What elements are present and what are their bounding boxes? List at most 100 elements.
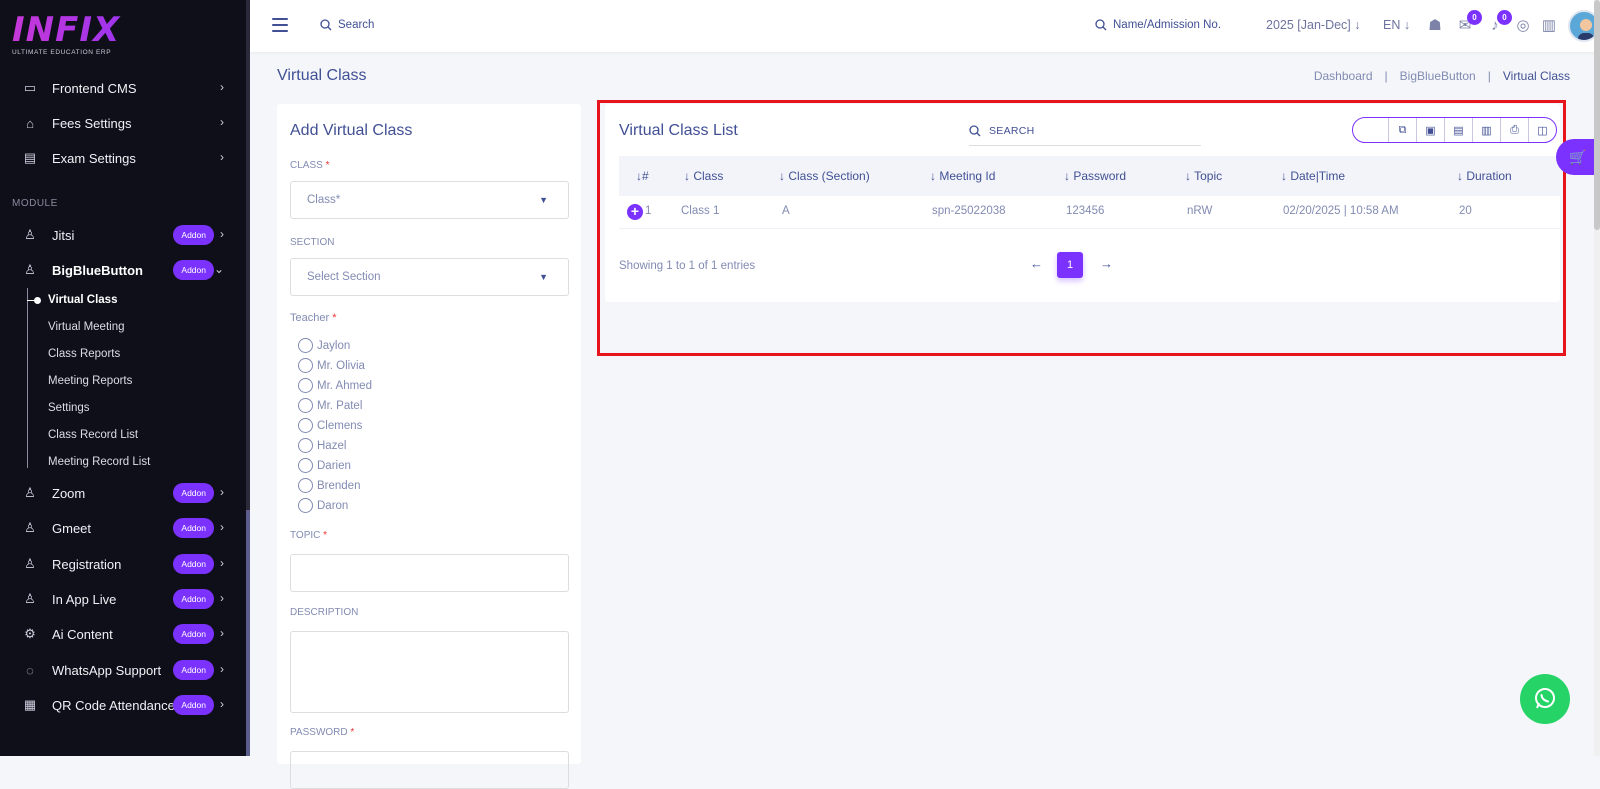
addon-badge: Addon (173, 518, 214, 538)
addon-badge: Addon (173, 554, 214, 574)
teacher-name: Mr. Olivia (317, 359, 365, 372)
sidebar-sub-virtual-meeting[interactable]: Virtual Meeting (48, 321, 125, 333)
person-icon: ♙ (24, 262, 36, 277)
brand-logo[interactable]: INFIX ULTIMATE EDUCATION ERP (12, 12, 212, 60)
book-icon: ▤ (23, 150, 37, 165)
sidebar-item-label: In App Live (52, 591, 117, 607)
breadcrumb-dashboard[interactable]: Dashboard (1314, 69, 1373, 83)
arrow-down-icon: ↓ (1354, 18, 1361, 32)
person-icon: ♙ (24, 227, 36, 242)
breadcrumb-separator: | (1384, 69, 1388, 83)
person-icon: ♙ (24, 556, 36, 571)
sidebar-sub-class-reports[interactable]: Class Reports (48, 348, 120, 360)
addon-badge: Addon (173, 260, 214, 280)
sidebar-sub-meeting-record-list[interactable]: Meeting Record List (48, 456, 150, 468)
radio-circle (298, 458, 313, 473)
sidebar-item-jitsi[interactable]: ♙ Jitsi Addon › (0, 220, 246, 250)
whatsapp-float-button[interactable] (1520, 674, 1570, 724)
chevron-right-icon: › (220, 80, 224, 94)
robot-icon[interactable]: ☗ (1426, 16, 1444, 34)
chat-icon[interactable]: ✉ 0 (1456, 10, 1482, 34)
hamburger-menu-icon[interactable] (272, 18, 288, 32)
sidebar-sub-class-record-list[interactable]: Class Record List (48, 429, 138, 441)
sidebar-item-fees-settings[interactable]: ⌂ Fees Settings › (0, 108, 246, 138)
language-selector[interactable]: EN ↓ (1383, 18, 1410, 32)
sidebar-item-label: Zoom (52, 485, 86, 501)
teacher-radio[interactable]: Jaylon (298, 338, 350, 353)
sidebar-item-exam-settings[interactable]: ▤ Exam Settings › (0, 143, 246, 173)
sidebar-item-label: Fees Settings (52, 115, 132, 131)
breadcrumb-bigbluebutton[interactable]: BigBlueButton (1400, 69, 1476, 83)
teacher-radio[interactable]: Mr. Ahmed (298, 378, 372, 393)
teacher-label: Teacher * (290, 312, 337, 324)
class-select-value: Class* (307, 194, 341, 206)
top-search[interactable]: Search (320, 19, 374, 31)
class-label: CLASS * (290, 160, 330, 171)
topic-label: TOPIC * (290, 530, 328, 541)
chevron-right-icon: › (220, 697, 224, 711)
page-scrollbar[interactable] (1594, 0, 1600, 756)
search-icon (320, 19, 332, 31)
sidebar-item-bigbluebutton[interactable]: ♙ BigBlueButton Addon ⌄ (0, 255, 246, 285)
form-title: Add Virtual Class (290, 122, 413, 139)
radio-circle (298, 338, 313, 353)
year-label: 2025 [Jan-Dec] (1266, 18, 1351, 32)
name-admission-search[interactable]: Name/Admission No. (1095, 19, 1221, 31)
person-icon: ♙ (24, 485, 36, 500)
logo-text: INFIX (12, 12, 212, 48)
page-scroll-thumb[interactable] (1594, 0, 1600, 230)
radio-circle (298, 438, 313, 453)
sidebar-sub-virtual-class[interactable]: Virtual Class (48, 294, 117, 306)
top-bar: Search Name/Admission No. 2025 [Jan-Dec]… (250, 0, 1600, 52)
sidebar-item-in-app-live[interactable]: ♙ In App Live Addon › (0, 584, 246, 614)
description-label: DESCRIPTION (290, 607, 359, 618)
sidebar-item-qr-code-attendance[interactable]: ▦ QR Code Attendance Addon › (0, 690, 246, 720)
sidebar-item-frontend-cms[interactable]: ▭ Frontend CMS › (0, 73, 246, 103)
teacher-radio[interactable]: Hazel (298, 438, 346, 453)
class-select[interactable]: Class* ▼ (290, 181, 569, 219)
teacher-name: Mr. Ahmed (317, 379, 372, 392)
sidebar-scrollbar[interactable] (246, 0, 250, 756)
sidebar: INFIX ULTIMATE EDUCATION ERP ▭ Frontend … (0, 0, 250, 756)
sidebar-item-label: Ai Content (52, 626, 113, 642)
description-textarea[interactable] (290, 631, 569, 713)
sidebar-sub-meeting-reports[interactable]: Meeting Reports (48, 375, 132, 387)
academic-year-selector[interactable]: 2025 [Jan-Dec] ↓ (1266, 18, 1361, 32)
add-virtual-class-card: Add Virtual Class CLASS * Class* ▼ SECTI… (277, 104, 581, 789)
top-search-label: Search (338, 19, 375, 31)
sidebar-item-zoom[interactable]: ♙ Zoom Addon › (0, 478, 246, 508)
chevron-right-icon: › (220, 115, 224, 129)
addon-badge: Addon (173, 660, 214, 680)
sidebar-scroll-thumb[interactable] (246, 510, 250, 756)
teacher-radio[interactable]: Daron (298, 498, 348, 513)
bell-icon[interactable]: ♪ 0 (1486, 10, 1512, 34)
sidebar-item-label: Registration (52, 556, 122, 572)
whatsapp-icon (1535, 688, 1555, 709)
teacher-radio[interactable]: Clemens (298, 418, 362, 433)
password-input[interactable] (290, 751, 569, 789)
whatsapp-icon: ◌ (26, 662, 34, 678)
globe-icon[interactable]: ◎ (1514, 16, 1532, 34)
sidebar-item-whatsapp-support[interactable]: ◌ WhatsApp Support Addon › (0, 655, 246, 685)
teacher-name: Darien (317, 459, 351, 472)
chevron-right-icon: › (220, 626, 224, 640)
sidebar-item-ai-content[interactable]: ⚙ Ai Content Addon › (0, 619, 246, 649)
radio-circle (298, 398, 313, 413)
submenu-line (27, 288, 28, 468)
chevron-right-icon: › (220, 150, 224, 164)
chart-icon[interactable]: ▥ (1540, 16, 1558, 34)
section-label: SECTION (290, 237, 335, 248)
teacher-radio[interactable]: Darien (298, 458, 351, 473)
notification-badge: 0 (1497, 10, 1512, 25)
teacher-radio[interactable]: Brenden (298, 478, 360, 493)
teacher-name: Brenden (317, 479, 361, 492)
topic-input[interactable] (290, 554, 569, 592)
sidebar-item-gmeet[interactable]: ♙ Gmeet Addon › (0, 513, 246, 543)
section-select[interactable]: Select Section ▼ (290, 258, 569, 296)
teacher-radio[interactable]: Mr. Olivia (298, 358, 365, 373)
teacher-radio[interactable]: Mr. Patel (298, 398, 362, 413)
bank-icon: ⌂ (26, 115, 34, 131)
sidebar-item-label: WhatsApp Support (52, 662, 162, 678)
sidebar-item-registration[interactable]: ♙ Registration Addon › (0, 549, 246, 579)
sidebar-sub-settings[interactable]: Settings (48, 402, 90, 414)
